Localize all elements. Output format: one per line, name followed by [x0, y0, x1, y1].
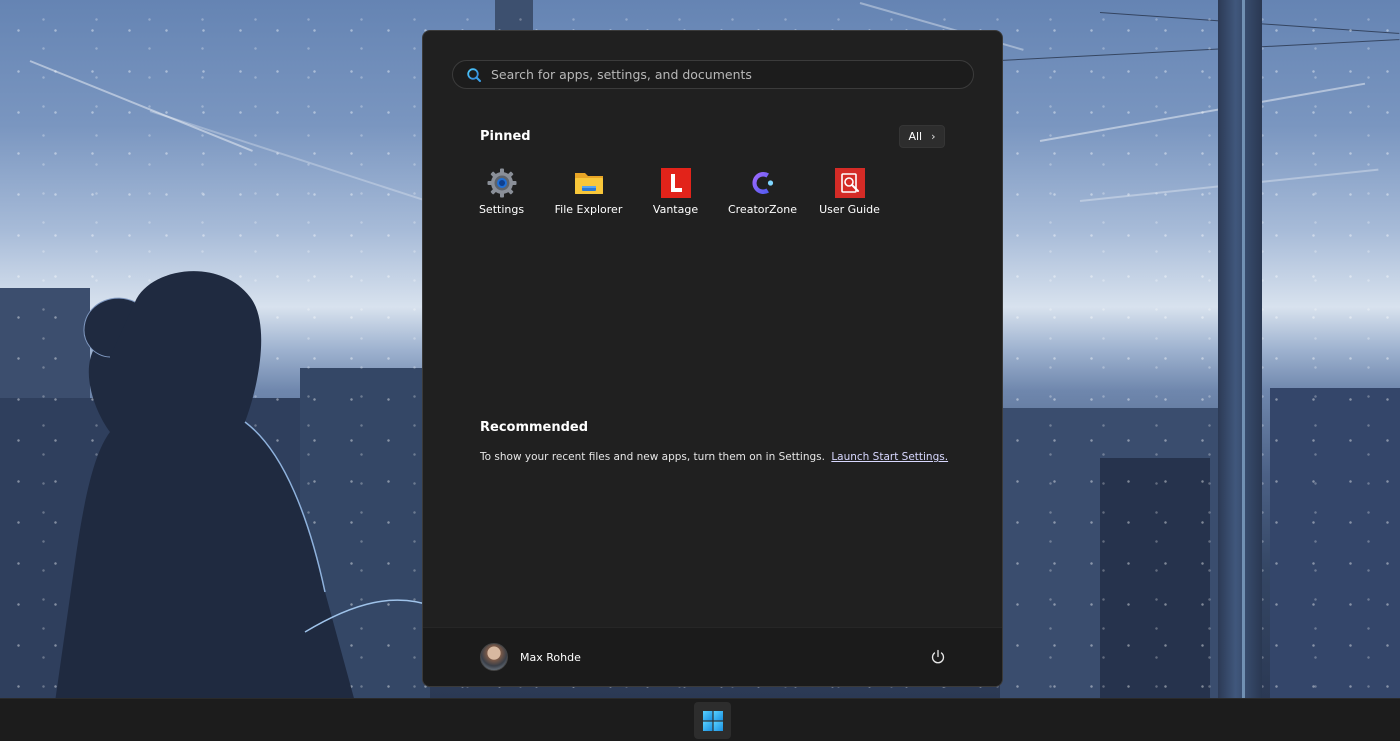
all-apps-button[interactable]: All ›: [899, 125, 945, 148]
lenovo-vantage-icon: [660, 167, 692, 199]
start-menu-footer: Max Rohde: [423, 627, 1002, 686]
pinned-app-label: User Guide: [819, 203, 880, 216]
taskbar: [0, 698, 1400, 741]
pinned-app-file-explorer[interactable]: File Explorer: [545, 167, 632, 216]
user-name: Max Rohde: [520, 650, 581, 664]
power-button[interactable]: [927, 646, 949, 668]
pinned-app-label: CreatorZone: [727, 203, 798, 216]
recommended-message-text: To show your recent files and new apps, …: [480, 451, 825, 463]
search-input[interactable]: [484, 61, 973, 88]
search-icon: [464, 65, 484, 85]
start-menu: Pinned All ›: [422, 30, 1003, 687]
all-apps-label: All: [908, 130, 923, 143]
recommended-message: To show your recent files and new apps, …: [480, 451, 948, 463]
user-guide-icon: [834, 167, 866, 199]
avatar: [480, 643, 508, 671]
start-button[interactable]: [694, 702, 731, 739]
pinned-app-creatorzone[interactable]: CreatorZone: [719, 167, 806, 216]
pinned-apps-grid: Settings File Explorer Vantage CreatorZo…: [458, 167, 893, 216]
girl-silhouette: [55, 271, 435, 698]
pinned-app-vantage[interactable]: Vantage: [632, 167, 719, 216]
gear-icon: [486, 167, 518, 199]
pinned-app-label: File Explorer: [554, 203, 623, 216]
creatorzone-icon: [747, 167, 779, 199]
folder-icon: [573, 167, 605, 199]
pinned-title: Pinned: [480, 129, 531, 144]
power-icon: [931, 649, 945, 664]
pinned-app-user-guide[interactable]: User Guide: [806, 167, 893, 216]
pinned-app-label: Vantage: [652, 203, 699, 216]
launch-start-settings-link[interactable]: Launch Start Settings.: [831, 451, 948, 463]
chevron-right-icon: ›: [931, 130, 936, 143]
windows-logo-icon: [702, 710, 723, 731]
recommended-title: Recommended: [480, 420, 589, 435]
pinned-app-settings[interactable]: Settings: [458, 167, 545, 216]
pinned-app-label: Settings: [478, 203, 525, 216]
user-account-button[interactable]: Max Rohde: [480, 643, 581, 671]
search-box[interactable]: [452, 60, 974, 89]
